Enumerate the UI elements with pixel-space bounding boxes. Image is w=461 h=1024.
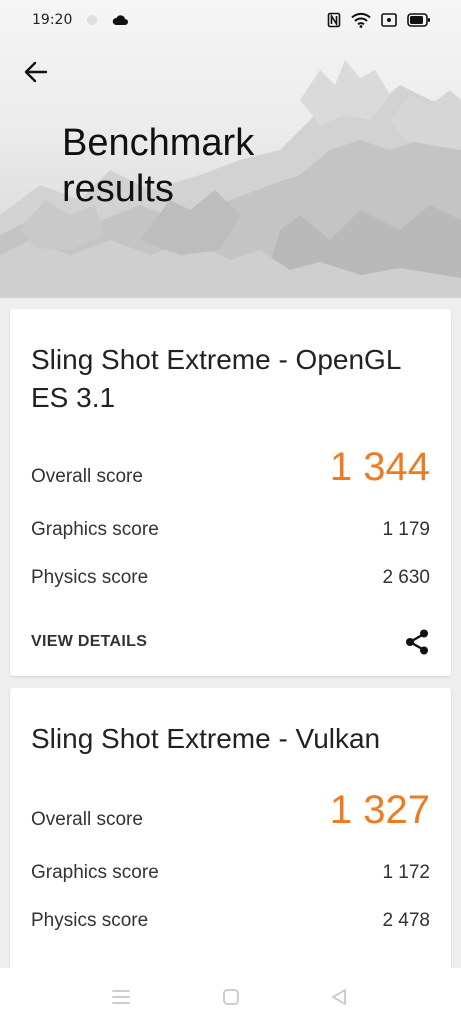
status-bar: 19:20 — [0, 0, 461, 40]
result-card-opengl: Sling Shot Extreme - OpenGL ES 3.1 Overa… — [10, 309, 451, 676]
physics-score-value: 2 478 — [382, 910, 430, 931]
view-details-button[interactable]: VIEW DETAILS — [31, 633, 147, 651]
physics-score-value: 2 630 — [382, 567, 430, 588]
graphics-score-value: 1 179 — [382, 519, 430, 540]
header-banner: Benchmark results — [0, 0, 461, 298]
graphics-score-label: Graphics score — [31, 862, 159, 883]
overall-score-label: Overall score — [31, 466, 143, 487]
back-triangle-icon — [330, 988, 348, 1006]
battery-icon — [407, 13, 431, 27]
nfc-icon — [327, 12, 341, 28]
nav-back-button[interactable] — [328, 986, 350, 1008]
recents-button[interactable] — [110, 986, 132, 1008]
home-icon — [222, 988, 240, 1006]
graphics-score-value: 1 172 — [382, 862, 430, 883]
result-card-vulkan: Sling Shot Extreme - Vulkan Overall scor… — [10, 688, 451, 978]
card-title: Sling Shot Extreme - Vulkan — [31, 723, 381, 754]
overall-score-value: 1 327 — [329, 788, 430, 832]
menu-icon — [111, 989, 131, 1005]
screenshot-icon — [381, 13, 397, 27]
overall-score-value: 1 344 — [329, 445, 430, 489]
physics-score-label: Physics score — [31, 567, 149, 588]
home-button[interactable] — [220, 986, 242, 1008]
back-arrow-icon — [24, 61, 48, 83]
navigation-bar — [0, 968, 461, 1024]
page-title: Benchmark results — [62, 122, 255, 210]
overall-score-label: Overall score — [31, 809, 143, 830]
graphics-score-label: Graphics score — [31, 519, 159, 540]
card-title: Sling Shot Extreme - OpenGL ES 3.1 — [31, 344, 401, 413]
physics-score-label: Physics score — [31, 910, 149, 931]
status-time: 19:20 — [32, 12, 73, 28]
share-button[interactable] — [403, 627, 431, 657]
dot-icon — [86, 14, 98, 26]
back-button[interactable] — [20, 56, 52, 88]
cloud-icon — [112, 14, 129, 26]
wifi-icon — [351, 12, 371, 28]
share-icon — [404, 628, 430, 656]
